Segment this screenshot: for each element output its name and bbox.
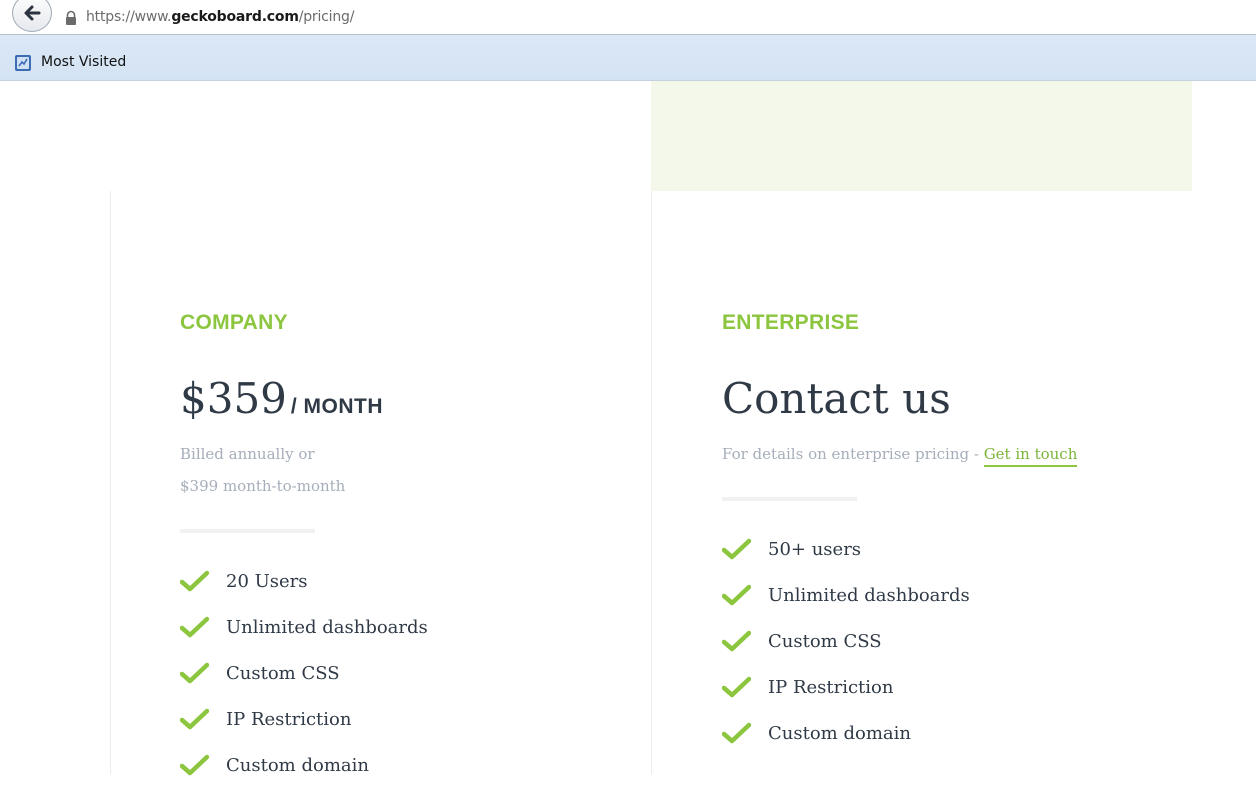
column-divider [651,191,652,774]
feature-label: Unlimited dashboards [226,616,428,638]
feature-label: Custom CSS [226,662,340,684]
most-visited-bookmark[interactable]: Most Visited [41,54,126,70]
details-text-enterprise: For details on enterprise pricing - Get … [722,438,1078,470]
plan-name-enterprise: ENTERPRISE [722,311,860,334]
checkmark-icon [722,630,751,652]
feature-item: 20 Users [180,558,428,604]
checkmark-icon [180,708,209,730]
feature-label: Custom CSS [768,630,882,652]
most-visited-icon[interactable] [14,54,32,72]
feature-list-company: 20 Users Unlimited dashboards Custom CSS IP… [180,558,428,788]
feature-label: IP Restriction [768,676,894,698]
price-amount: $359 [180,374,287,423]
left-column-rule [110,191,111,774]
billing-line-annual: Billed annually or [180,445,315,463]
plan-divider-company [180,529,315,533]
feature-item: Unlimited dashboards [180,604,428,650]
url-text[interactable]: https://www.geckoboard.com/pricing/ [86,9,354,25]
plan-price-enterprise: Contact us [722,374,951,423]
feature-list-enterprise: 50+ users Unlimited dashboards Custom CSS I… [722,526,970,756]
feature-label: Custom domain [226,754,369,776]
billing-info-company: Billed annually or $399 month-to-month [180,438,345,502]
back-button[interactable] [12,0,52,32]
feature-item: IP Restriction [180,696,428,742]
plan-divider-enterprise [722,497,857,501]
plan-price-company: $359/ MONTH [180,374,383,423]
price-period: / MONTH [290,395,384,418]
feature-item: IP Restriction [722,664,970,710]
checkmark-icon [722,584,751,606]
checkmark-icon [722,538,751,560]
plan-name-company: COMPANY [180,311,288,334]
feature-item: Unlimited dashboards [722,572,970,618]
feature-item: Custom CSS [180,650,428,696]
feature-item: Custom domain [722,710,970,756]
lock-icon [66,10,76,25]
checkmark-icon [180,570,209,592]
feature-item: Custom CSS [722,618,970,664]
feature-item: 50+ users [722,526,970,572]
checkmark-icon [722,722,751,744]
checkmark-icon [180,616,209,638]
get-in-touch-link[interactable]: Get in touch [983,445,1078,467]
address-bar: https://www.geckoboard.com/pricing/ [0,0,1256,35]
feature-label: Custom domain [768,722,911,744]
feature-item: Custom domain [180,742,428,788]
back-arrow-icon [24,5,41,21]
feature-label: Unlimited dashboards [768,584,970,606]
details-text: For details on enterprise pricing - [722,445,984,463]
billing-line-monthly: $399 month-to-month [180,477,346,495]
checkmark-icon [180,662,209,684]
feature-label: 20 Users [226,570,308,592]
bookmarks-toolbar [0,35,1256,81]
feature-label: 50+ users [768,538,862,560]
feature-label: IP Restriction [226,708,352,730]
enterprise-header-panel [651,81,1192,191]
checkmark-icon [180,754,209,776]
checkmark-icon [722,676,751,698]
